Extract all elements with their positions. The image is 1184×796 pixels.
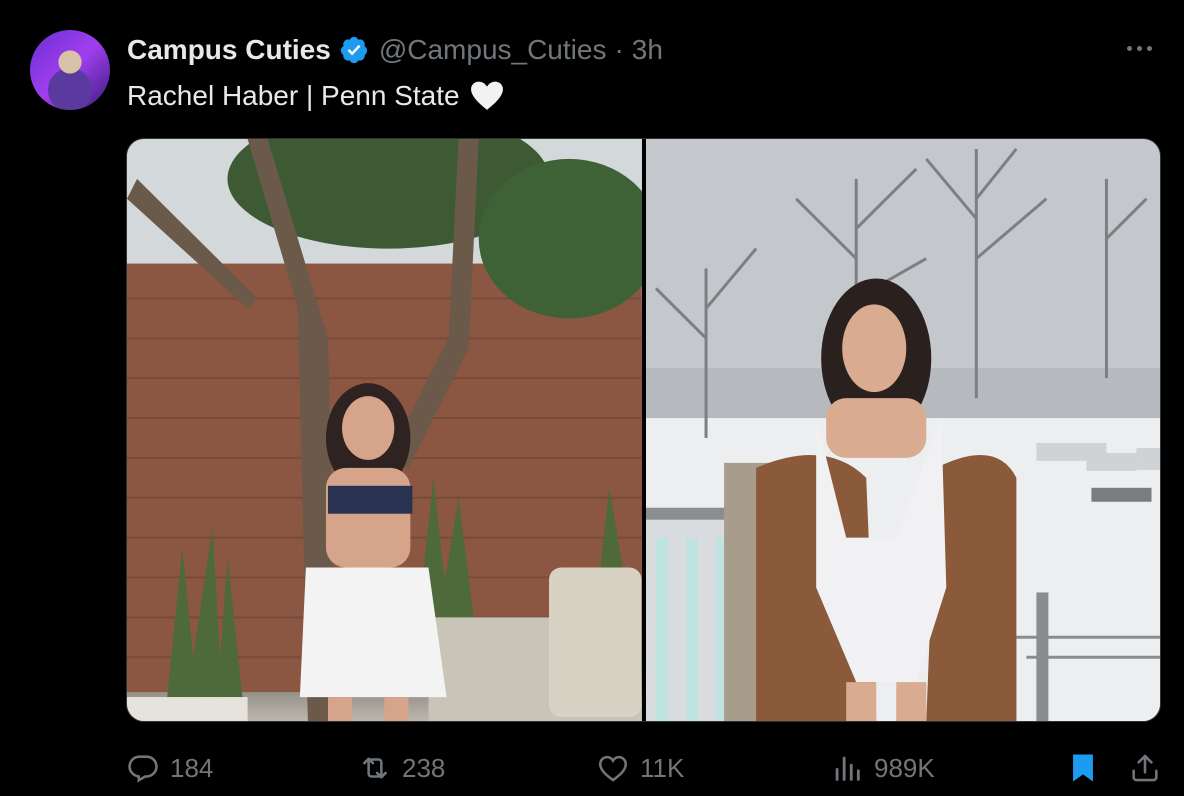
tweet-text: Rachel Haber | Penn State — [127, 80, 460, 111]
photo-2-scene — [645, 139, 1160, 721]
more-icon[interactable] — [1122, 38, 1156, 58]
white-heart-icon — [470, 81, 503, 110]
photo-1-scene — [127, 139, 642, 721]
views-icon — [835, 756, 860, 781]
retweet-button[interactable]: 238 — [358, 750, 445, 786]
views-button[interactable]: 989K — [830, 750, 935, 786]
bookmark-button[interactable] — [1066, 750, 1110, 786]
verified-badge-icon — [340, 36, 367, 64]
display-name[interactable]: Campus Cuties — [127, 34, 331, 66]
handle[interactable]: @Campus_Cuties — [379, 34, 607, 66]
reply-button[interactable]: 184 — [126, 750, 213, 786]
separator: · — [614, 34, 624, 65]
photo-1[interactable] — [127, 139, 642, 721]
views-count: 989K — [874, 752, 935, 783]
tweet-text-row: Rachel Haber | Penn State — [127, 78, 504, 114]
reply-icon — [128, 755, 158, 783]
retweet-count: 238 — [402, 752, 446, 783]
tweet-header: Campus Cuties @Campus_Cuties · 3h — [127, 32, 663, 68]
avatar[interactable] — [30, 30, 110, 110]
share-button[interactable] — [1128, 750, 1172, 786]
timestamp[interactable]: 3h — [632, 34, 663, 66]
like-icon — [598, 755, 628, 782]
like-button[interactable]: 11K — [596, 750, 684, 786]
like-count: 11K — [640, 752, 685, 783]
action-bar: 184 238 11K 989K — [126, 750, 1166, 786]
share-icon — [1132, 754, 1158, 782]
retweet-icon — [363, 757, 387, 779]
media-grid — [126, 138, 1161, 722]
bookmark-icon — [1073, 754, 1093, 782]
photo-2[interactable] — [645, 139, 1160, 721]
reply-count: 184 — [170, 752, 214, 783]
